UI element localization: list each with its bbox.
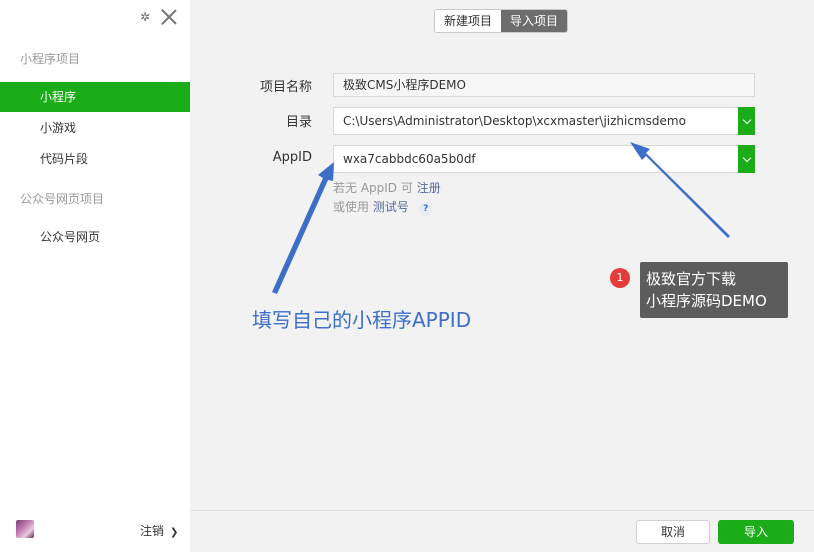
help-icon[interactable]: ? (418, 202, 433, 216)
sidebar-item-minigame[interactable]: 小游戏 (0, 113, 190, 143)
appid-label: AppID (272, 150, 312, 165)
close-icon[interactable] (160, 8, 178, 26)
appid-value: wxa7cabbdc60a5b0df (343, 152, 476, 166)
gear-icon[interactable]: ✲ (138, 10, 152, 24)
sidebar-item-miniprogram[interactable]: 小程序 (0, 82, 190, 112)
register-link[interactable]: 注册 (417, 181, 441, 195)
appid-annotation: 填写自己的小程序APPID (252, 308, 472, 332)
test-account-hint-text: 或使用 (333, 200, 370, 214)
section-title-webpage: 公众号网页项目 (20, 192, 105, 206)
sidebar: ✲ 小程序项目 小程序 小游戏 代码片段 公众号网页项目 公众号网页 注销 ❯ (0, 0, 190, 552)
chevron-down-icon[interactable] (738, 145, 755, 173)
import-button[interactable]: 导入 (718, 520, 794, 544)
step-badge: 1 (610, 268, 630, 288)
logout-button[interactable]: 注销 ❯ (140, 522, 178, 539)
test-account-hint: 或使用 测试号 ? (333, 198, 433, 216)
dialog-footer: 取消 导入 (190, 510, 814, 552)
tab-new-project[interactable]: 新建项目 (435, 10, 502, 32)
project-tabs: 新建项目 导入项目 (434, 9, 569, 33)
section-title-miniprogram: 小程序项目 (20, 52, 81, 66)
cancel-button[interactable]: 取消 (636, 520, 710, 544)
callout-line: 小程序源码DEMO (646, 292, 767, 310)
chevron-down-icon[interactable] (738, 107, 755, 135)
appid-select[interactable]: wxa7cabbdc60a5b0df (333, 145, 755, 173)
tab-import-project[interactable]: 导入项目 (501, 10, 568, 32)
chevron-right-icon: ❯ (170, 527, 179, 538)
test-account-link[interactable]: 测试号 (373, 200, 409, 214)
directory-label: 目录 (285, 115, 312, 130)
download-callout: 极致官方下载 小程序源码DEMO (640, 262, 788, 318)
logout-label: 注销 (140, 524, 165, 538)
directory-select[interactable]: C:\Users\Administrator\Desktop\xcxmaster… (333, 107, 755, 135)
callout-line: 极致官方下载 (646, 270, 737, 288)
project-name-label: 项目名称 (259, 80, 312, 95)
register-hint: 若无 AppID 可 注册 (333, 179, 441, 196)
sidebar-bottom: 注销 ❯ (0, 510, 190, 552)
project-name-input[interactable]: 极致CMS小程序DEMO (333, 73, 755, 97)
directory-value: C:\Users\Administrator\Desktop\xcxmaster… (343, 114, 686, 128)
window-controls: ✲ (138, 8, 178, 26)
sidebar-item-official-webpage[interactable]: 公众号网页 (0, 222, 190, 252)
avatar[interactable] (16, 520, 34, 538)
sidebar-item-code-snippet[interactable]: 代码片段 (0, 144, 190, 174)
register-hint-text: 若无 AppID 可 (333, 181, 413, 195)
